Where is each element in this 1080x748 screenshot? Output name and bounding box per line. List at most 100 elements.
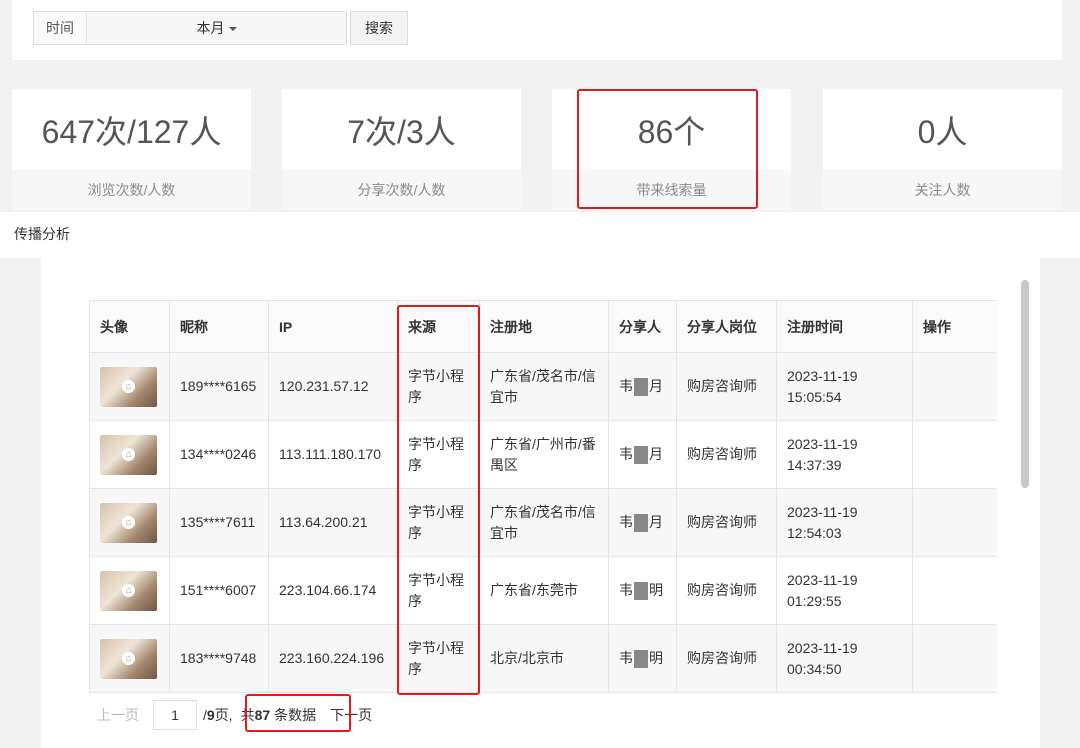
- position-cell: 购房咨询师: [676, 352, 777, 421]
- logo-icon: ⌂: [122, 515, 135, 529]
- sharer-name-start: 韦: [619, 378, 633, 394]
- nickname-cell: 183****9748: [169, 624, 269, 693]
- nickname-cell: 189****6165: [169, 352, 269, 421]
- region-cell: 广东省/广州市/番禺区: [479, 420, 609, 489]
- next-page-button[interactable]: 下一页: [330, 705, 372, 725]
- source-cell: 字节小程序: [397, 624, 480, 693]
- logo-icon: ⌂: [122, 583, 135, 597]
- table-row: ⌂ 135****7611 113.64.200.21 字节小程序 广东省/茂名…: [89, 488, 997, 557]
- total-prefix: 共: [240, 707, 255, 723]
- nickname-cell: 134****0246: [169, 420, 269, 489]
- page-number-input[interactable]: 1: [153, 700, 197, 730]
- table-scrollbar[interactable]: [1021, 280, 1029, 488]
- source-cell: 字节小程序: [397, 556, 480, 625]
- sharer-cell: 韦月: [608, 488, 677, 557]
- time-range-select[interactable]: 本月: [87, 11, 347, 45]
- actions-cell: [912, 488, 997, 557]
- avatar: ⌂: [100, 366, 157, 407]
- position-cell: 购房咨询师: [676, 420, 777, 489]
- region-cell: 广东省/茂名市/信宜市: [479, 488, 609, 557]
- data-table-wrapper: 头像 昵称 IP 来源 注册地 分享人 分享人岗位 注册时间 操作 ⌂ 189*…: [89, 300, 997, 694]
- header-actions: 操作: [912, 300, 997, 353]
- ip-cell: 113.64.200.21: [268, 488, 398, 557]
- header-ip: IP: [268, 300, 398, 353]
- header-sharer: 分享人: [608, 300, 677, 353]
- header-region: 注册地: [479, 300, 609, 353]
- avatar: ⌂: [100, 434, 157, 475]
- actions-cell: [912, 624, 997, 693]
- actions-cell: [912, 352, 997, 421]
- time-cell: 2023-11-19 00:34:50: [776, 624, 913, 693]
- stat-label: 带来线索量: [552, 170, 791, 210]
- time-cell: 2023-11-19 12:54:03: [776, 488, 913, 557]
- source-cell: 字节小程序: [397, 352, 480, 421]
- sharer-name-start: 韦: [619, 650, 633, 666]
- prev-page-button[interactable]: 上一页: [97, 705, 139, 725]
- sharer-name-end: 月: [649, 446, 663, 462]
- table-row: ⌂ 189****6165 120.231.57.12 字节小程序 广东省/茂名…: [89, 352, 997, 421]
- stat-value: 7次/3人: [347, 114, 456, 150]
- table-header-row: 头像 昵称 IP 来源 注册地 分享人 分享人岗位 注册时间 操作: [89, 300, 997, 353]
- redaction-mask: [634, 446, 648, 465]
- source-cell: 字节小程序: [397, 420, 480, 489]
- redaction-mask: [634, 378, 648, 397]
- pagination: 上一页 1 / 9 页, 共 87 条数据 下一页: [97, 700, 372, 730]
- search-button[interactable]: 搜索: [350, 11, 408, 45]
- caret-down-icon: [228, 27, 237, 31]
- sharer-cell: 韦月: [608, 420, 677, 489]
- sharer-cell: 韦月: [608, 352, 677, 421]
- sharer-name-end: 月: [649, 378, 663, 394]
- avatar: ⌂: [100, 502, 157, 543]
- avatar: ⌂: [100, 638, 157, 679]
- sharer-name-end: 明: [649, 650, 663, 666]
- sharer-name-end: 月: [649, 514, 663, 530]
- avatar: ⌂: [100, 570, 157, 611]
- actions-cell: [912, 556, 997, 625]
- region-cell: 广东省/东莞市: [479, 556, 609, 625]
- avatar-cell: ⌂: [89, 352, 170, 421]
- sharer-name-end: 明: [649, 582, 663, 598]
- stat-label: 浏览次数/人数: [12, 170, 251, 210]
- avatar-cell: ⌂: [89, 488, 170, 557]
- avatar-cell: ⌂: [89, 624, 170, 693]
- position-cell: 购房咨询师: [676, 556, 777, 625]
- sharer-name-start: 韦: [619, 446, 633, 462]
- stat-card-views: 647次/127人 浏览次数/人数: [12, 89, 251, 210]
- section-title: 传播分析: [0, 212, 1080, 258]
- source-cell: 字节小程序: [397, 488, 480, 557]
- header-nickname: 昵称: [169, 300, 269, 353]
- total-pages: 9: [206, 707, 215, 723]
- stat-card-follows: 0人 关注人数: [823, 89, 1062, 210]
- logo-icon: ⌂: [122, 379, 135, 393]
- table-row: ⌂ 183****9748 223.160.224.196 字节小程序 北京/北…: [89, 624, 997, 693]
- time-range-value: 本月: [196, 20, 225, 36]
- table-row: ⌂ 151****6007 223.104.66.174 字节小程序 广东省/东…: [89, 556, 997, 625]
- total-pages-suffix: 页,: [214, 707, 233, 723]
- avatar-cell: ⌂: [89, 420, 170, 489]
- sharer-name-start: 韦: [619, 514, 633, 530]
- table-row: ⌂ 134****0246 113.111.180.170 字节小程序 广东省/…: [89, 420, 997, 489]
- header-register-time: 注册时间: [776, 300, 913, 353]
- ip-cell: 120.231.57.12: [268, 352, 398, 421]
- total-count: 87: [254, 707, 271, 723]
- total-suffix: 条数据: [274, 707, 317, 723]
- stat-label: 分享次数/人数: [282, 170, 521, 210]
- ip-cell: 223.104.66.174: [268, 556, 398, 625]
- ip-cell: 113.111.180.170: [268, 420, 398, 489]
- sharer-cell: 韦明: [608, 624, 677, 693]
- nickname-cell: 151****6007: [169, 556, 269, 625]
- stat-value: 0人: [917, 114, 968, 150]
- header-sharer-position: 分享人岗位: [676, 300, 777, 353]
- stat-value: 86个: [637, 114, 706, 150]
- logo-icon: ⌂: [122, 651, 135, 665]
- region-cell: 北京/北京市: [479, 624, 609, 693]
- header-source: 来源: [397, 300, 480, 353]
- logo-icon: ⌂: [122, 447, 135, 461]
- actions-cell: [912, 420, 997, 489]
- redaction-mask: [634, 650, 648, 669]
- region-cell: 广东省/茂名市/信宜市: [479, 352, 609, 421]
- redaction-mask: [634, 582, 648, 601]
- redaction-mask: [634, 514, 648, 533]
- time-filter-label: 时间: [33, 11, 87, 45]
- sharer-name-start: 韦: [619, 582, 633, 598]
